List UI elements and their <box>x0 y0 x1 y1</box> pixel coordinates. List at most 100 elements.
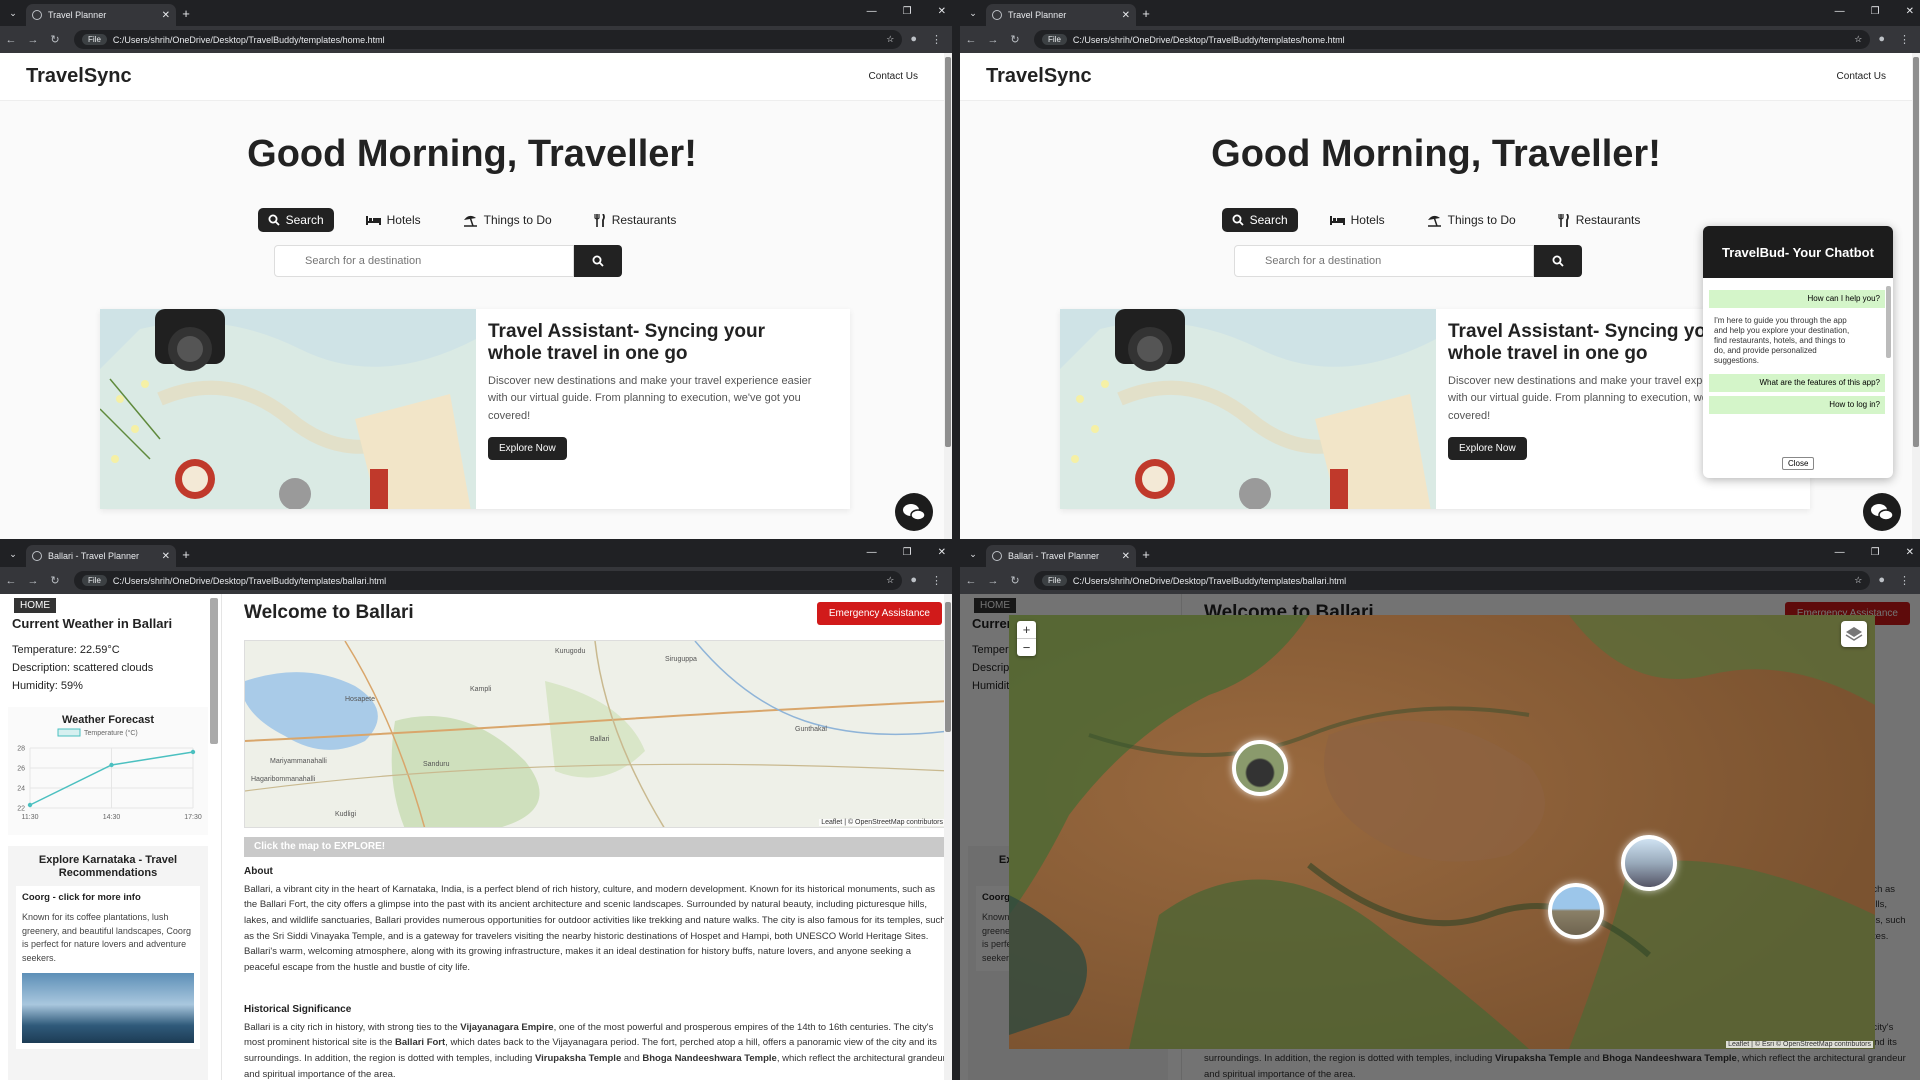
url-text[interactable]: C:/Users/shrih/OneDrive/Desktop/TravelBu… <box>113 576 880 586</box>
back-icon[interactable]: ← <box>0 34 22 46</box>
tab-list-icon[interactable]: ⌄ <box>0 8 26 19</box>
close-tab-icon[interactable]: ✕ <box>162 10 170 21</box>
tab-search[interactable]: Search <box>1221 208 1298 232</box>
profile-icon[interactable]: ● <box>910 574 917 587</box>
chat-scrollbar[interactable] <box>1886 286 1891 358</box>
chat-toggle-button[interactable] <box>1863 493 1901 531</box>
menu-kebab-icon[interactable]: ⋮ <box>1899 574 1910 587</box>
browser-tab[interactable]: Ballari - Travel Planner ✕ <box>986 545 1136 567</box>
omnibox[interactable]: File C:/Users/shrih/OneDrive/Desktop/Trav… <box>1034 30 1871 49</box>
omnibox[interactable]: File C:/Users/shrih/OneDrive/Desktop/Trav… <box>1034 571 1871 590</box>
close-window-icon[interactable]: ✕ <box>938 6 946 17</box>
explore-now-button[interactable]: Explore Now <box>488 437 567 461</box>
search-input[interactable] <box>274 245 574 277</box>
file-badge[interactable]: File <box>82 575 107 586</box>
new-tab-button[interactable]: + <box>1136 6 1156 21</box>
file-badge[interactable]: File <box>1042 34 1067 45</box>
contact-link[interactable]: Contact Us <box>869 71 918 82</box>
url-text[interactable]: C:/Users/shrih/OneDrive/Desktop/TravelBu… <box>113 35 880 45</box>
satellite-attribution[interactable]: Leaflet | © Esri © OpenStreetMap contrib… <box>1726 1041 1873 1048</box>
reload-icon[interactable]: ↻ <box>1004 574 1026 587</box>
sidebar-scrollbar[interactable] <box>210 598 218 744</box>
forward-icon[interactable]: → <box>982 575 1004 587</box>
bookmark-star-icon[interactable]: ☆ <box>1854 575 1862 586</box>
browser-tab[interactable]: Travel Planner ✕ <box>986 4 1136 26</box>
back-icon[interactable]: ← <box>960 575 982 587</box>
close-window-icon[interactable]: ✕ <box>938 547 946 558</box>
layers-control[interactable] <box>1841 621 1867 647</box>
close-window-icon[interactable]: ✕ <box>1906 547 1914 558</box>
minimize-icon[interactable]: — <box>1835 6 1845 17</box>
map-explore-banner[interactable]: Click the map to EXPLORE! <box>244 837 948 857</box>
tab-things-to-do[interactable]: Things to Do <box>1417 208 1526 232</box>
browser-tab[interactable]: Ballari - Travel Planner ✕ <box>26 545 176 567</box>
bookmark-star-icon[interactable]: ☆ <box>1854 34 1862 45</box>
file-badge[interactable]: File <box>82 34 107 45</box>
zoom-in-button[interactable]: + <box>1017 621 1036 639</box>
search-button[interactable] <box>574 245 622 277</box>
profile-icon[interactable]: ● <box>1878 574 1885 587</box>
url-text[interactable]: C:/Users/shrih/OneDrive/Desktop/TravelBu… <box>1073 576 1848 586</box>
omnibox[interactable]: File C:/Users/shrih/OneDrive/Desktop/Trav… <box>74 571 903 590</box>
place-marker-site[interactable] <box>1621 835 1677 891</box>
chat-toggle-button[interactable] <box>895 493 933 531</box>
tab-hotels[interactable]: Hotels <box>1320 208 1395 232</box>
menu-kebab-icon[interactable]: ⋮ <box>1899 33 1910 46</box>
back-icon[interactable]: ← <box>960 34 982 46</box>
new-tab-button[interactable]: + <box>176 6 196 21</box>
tab-things-to-do[interactable]: Things to Do <box>453 208 562 232</box>
menu-kebab-icon[interactable]: ⋮ <box>931 574 942 587</box>
reload-icon[interactable]: ↻ <box>1004 33 1026 46</box>
contact-link[interactable]: Contact Us <box>1837 71 1886 82</box>
close-window-icon[interactable]: ✕ <box>1906 6 1914 17</box>
tab-search[interactable]: Search <box>257 208 334 232</box>
reload-icon[interactable]: ↻ <box>44 33 66 46</box>
restore-icon[interactable]: ❐ <box>903 547 912 558</box>
chat-close-button[interactable]: Close <box>1782 457 1815 470</box>
back-icon[interactable]: ← <box>0 575 22 587</box>
coorg-image[interactable] <box>22 973 194 1044</box>
tab-restaurants[interactable]: Restaurants <box>1548 208 1651 232</box>
brand-logo[interactable]: TravelSync <box>986 65 1092 88</box>
page-scrollbar[interactable] <box>1912 53 1920 539</box>
brand-logo[interactable]: TravelSync <box>26 65 132 88</box>
bookmark-star-icon[interactable]: ☆ <box>886 34 894 45</box>
close-tab-icon[interactable]: ✕ <box>162 551 170 562</box>
file-badge[interactable]: File <box>1042 575 1067 586</box>
tab-hotels[interactable]: Hotels <box>356 208 431 232</box>
tab-list-icon[interactable]: ⌄ <box>960 549 986 560</box>
map-attribution[interactable]: Leaflet | © OpenStreetMap contributors <box>819 819 945 826</box>
place-marker-landscape[interactable] <box>1548 883 1604 939</box>
bookmark-star-icon[interactable]: ☆ <box>886 575 894 586</box>
tab-list-icon[interactable]: ⌄ <box>960 8 986 19</box>
search-input[interactable] <box>1234 245 1534 277</box>
ballari-map[interactable]: Hosapete Ballari Kurugodu Sanduru Kampli… <box>244 640 948 828</box>
explore-now-button[interactable]: Explore Now <box>1448 437 1527 461</box>
forward-icon[interactable]: → <box>22 575 44 587</box>
forward-icon[interactable]: → <box>22 34 44 46</box>
tab-list-icon[interactable]: ⌄ <box>0 549 26 560</box>
minimize-icon[interactable]: — <box>867 6 877 17</box>
restore-icon[interactable]: ❐ <box>1871 6 1880 17</box>
close-tab-icon[interactable]: ✕ <box>1122 10 1130 21</box>
chat-messages[interactable]: How can I help you? I'm here to guide yo… <box>1709 286 1885 446</box>
reload-icon[interactable]: ↻ <box>44 574 66 587</box>
place-marker-wildlife[interactable] <box>1232 740 1288 796</box>
minimize-icon[interactable]: — <box>867 547 877 558</box>
omnibox[interactable]: File C:/Users/shrih/OneDrive/Desktop/Trav… <box>74 30 903 49</box>
new-tab-button[interactable]: + <box>176 547 196 562</box>
browser-tab[interactable]: Travel Planner ✕ <box>26 4 176 26</box>
home-button[interactable]: HOME <box>14 598 56 613</box>
restore-icon[interactable]: ❐ <box>1871 547 1880 558</box>
forward-icon[interactable]: → <box>982 34 1004 46</box>
page-scrollbar[interactable] <box>944 53 952 539</box>
close-tab-icon[interactable]: ✕ <box>1122 551 1130 562</box>
emergency-assistance-button[interactable]: Emergency Assistance <box>816 602 942 625</box>
profile-icon[interactable]: ● <box>910 33 917 46</box>
page-scrollbar[interactable] <box>944 594 952 1080</box>
search-button[interactable] <box>1534 245 1582 277</box>
satellite-map-modal[interactable]: + − Leaflet | © Esri © OpenStreetMap con… <box>1009 615 1875 1049</box>
new-tab-button[interactable]: + <box>1136 547 1156 562</box>
restore-icon[interactable]: ❐ <box>903 6 912 17</box>
zoom-out-button[interactable]: − <box>1017 639 1036 656</box>
